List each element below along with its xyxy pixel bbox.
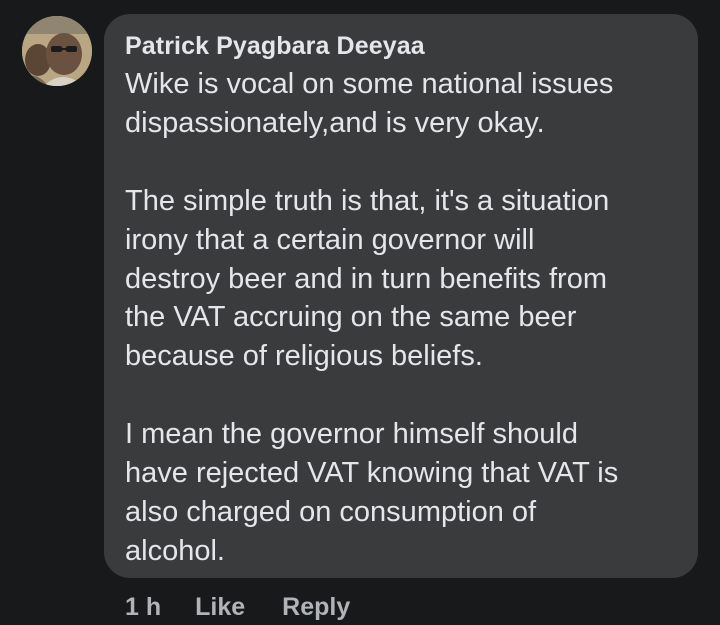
comment-line: The simple truth is that, it's a situati… (125, 184, 610, 217)
comment-timestamp[interactable]: 1 h (125, 593, 161, 622)
like-button[interactable]: Like (195, 593, 245, 622)
comment-paragraph: I mean the governor himself should have … (125, 415, 698, 571)
reply-button[interactable]: Reply (282, 593, 350, 622)
profile-photo-icon[interactable] (22, 16, 92, 86)
comment-line: also charged on consumption of (125, 495, 537, 528)
comment-line: destroy beer and in turn benefits from (125, 262, 607, 295)
comment: Patrick Pyagbara Deeyaa Wike is vocal on… (0, 0, 720, 625)
comment-paragraph: Wike is vocal on some national issues di… (125, 65, 698, 143)
comment-body: Wike is vocal on some national issues di… (125, 65, 698, 571)
comment-line: I mean the governor himself should (125, 418, 578, 451)
avatar-image (22, 16, 92, 86)
comment-author[interactable]: Patrick Pyagbara Deeyaa (125, 31, 698, 61)
comment-line: dispassionately,and is very okay. (125, 106, 545, 139)
comment-bubble: Patrick Pyagbara Deeyaa Wike is vocal on… (104, 14, 698, 578)
comment-line: because of religious beliefs. (125, 340, 483, 373)
comment-paragraph: The simple truth is that, it's a situati… (125, 182, 698, 377)
comment-line: irony that a certain governor will (125, 223, 535, 256)
comment-actions: 1 h Like Reply (125, 590, 350, 624)
comment-line: the VAT accruing on the same beer (125, 301, 577, 334)
comment-line: alcohol. (125, 534, 225, 567)
comment-line: Wike is vocal on some national issues (125, 68, 614, 100)
comment-line: have rejected VAT knowing that VAT is (125, 457, 619, 490)
